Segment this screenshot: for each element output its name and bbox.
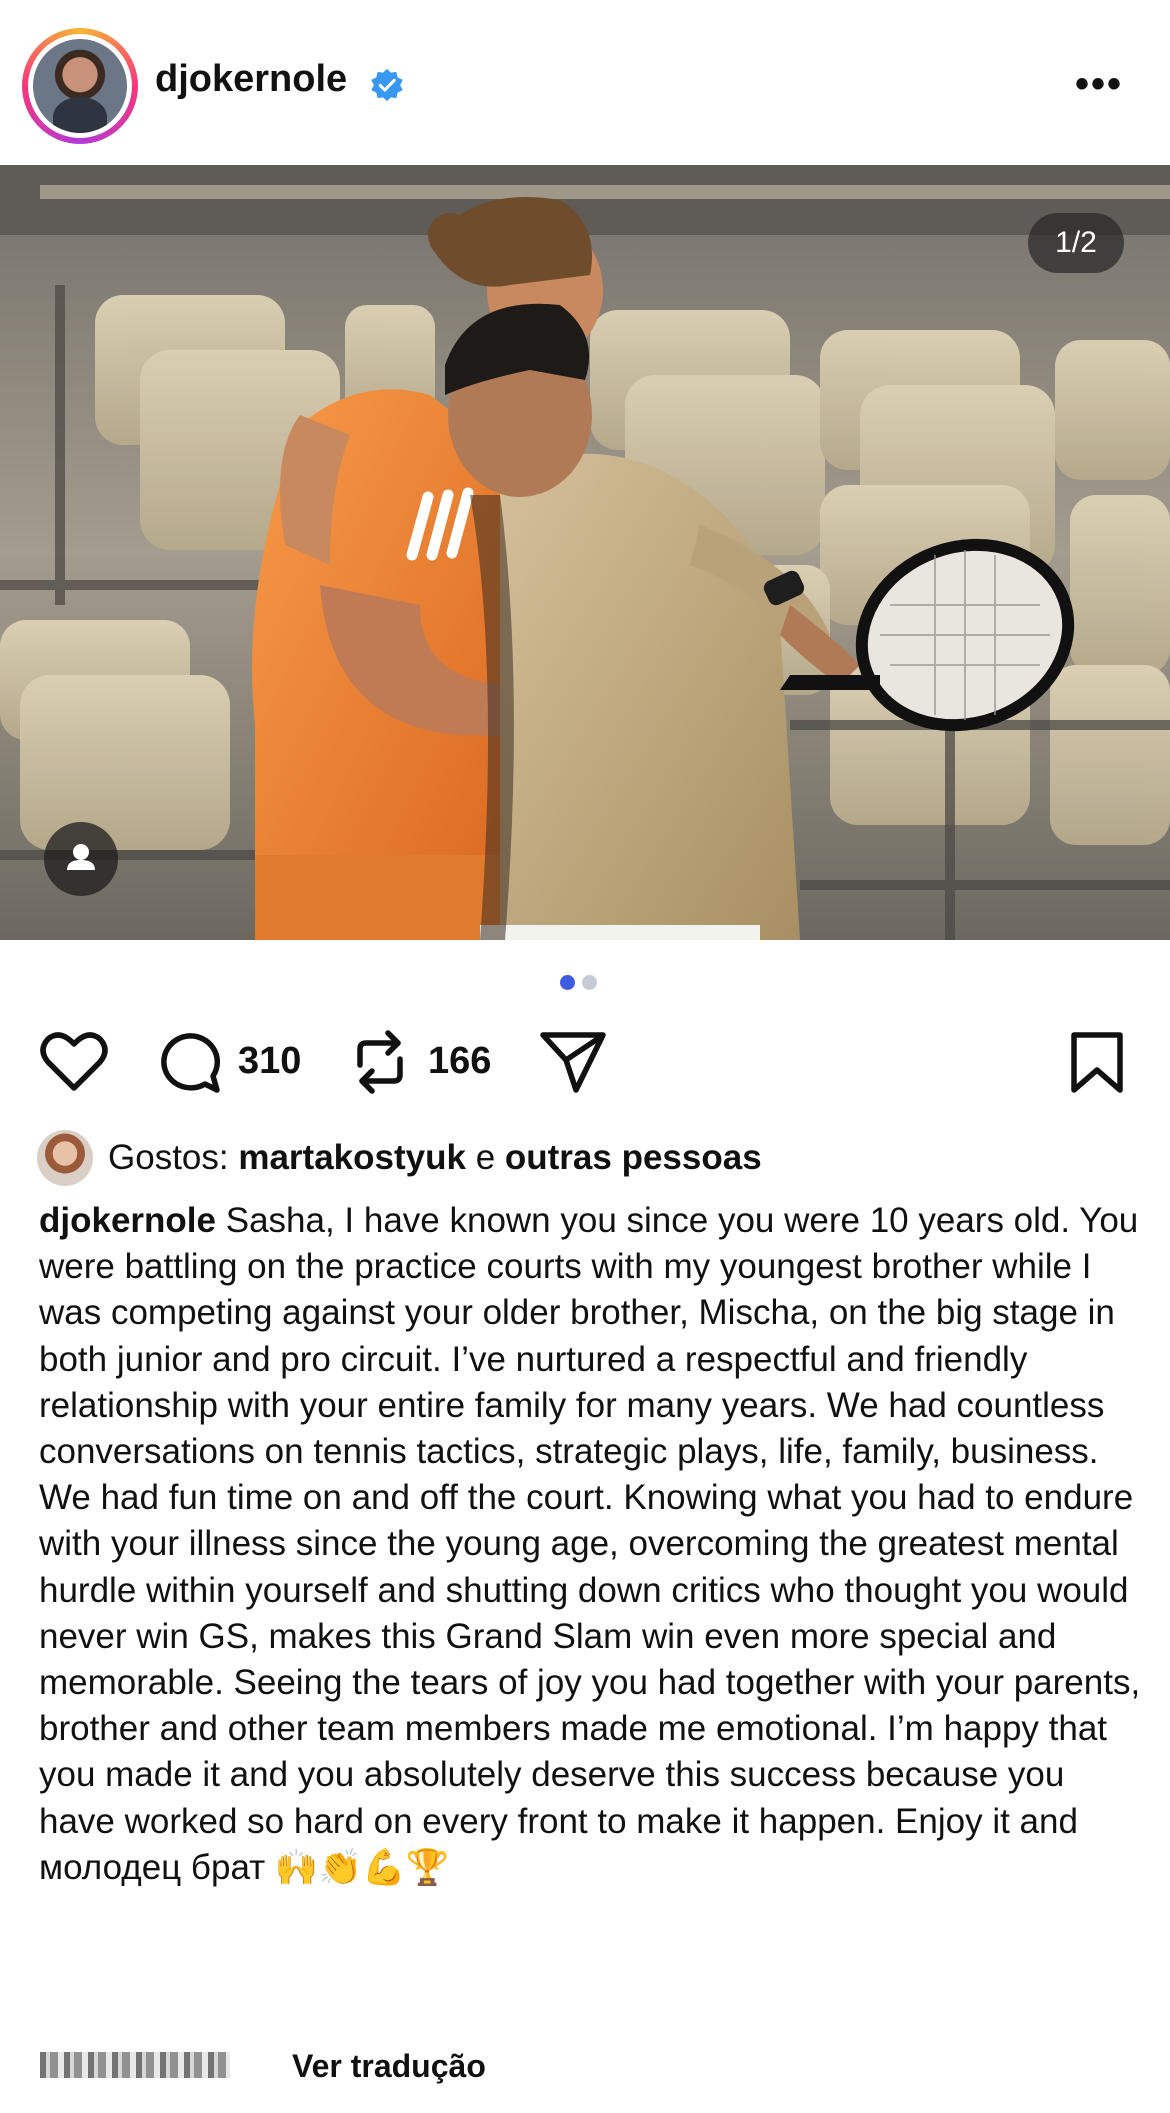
see-translation-link[interactable]: Ver tradução (292, 2048, 486, 2085)
post-date-blurred (40, 2052, 230, 2078)
profile-avatar[interactable] (22, 28, 138, 144)
carousel-indicator (560, 975, 610, 991)
heart-icon[interactable] (40, 1030, 108, 1094)
carousel-counter: 1/2 (1028, 213, 1124, 273)
verified-badge-icon (371, 68, 403, 102)
reposts-count: 166 (428, 1040, 492, 1082)
comment-icon[interactable] (155, 1030, 221, 1096)
user-tag-button[interactable] (44, 822, 118, 896)
user-tag-icon (67, 844, 95, 870)
comments-count: 310 (238, 1040, 302, 1082)
liker-username[interactable]: martakostyuk (238, 1138, 466, 1177)
avatar-photo (33, 39, 127, 133)
photo-illustration (0, 165, 1170, 940)
post-caption: djokernole Sasha, I have known you since… (39, 1198, 1149, 1891)
liker-avatar[interactable] (37, 1130, 93, 1186)
likes-summary[interactable]: Gostos: martakostyuk e outras pessoas (108, 1138, 762, 1178)
likes-connector: e (475, 1138, 496, 1177)
post-username[interactable]: djokernole (155, 58, 347, 101)
share-icon[interactable] (538, 1030, 608, 1096)
likes-others[interactable]: outras pessoas (505, 1138, 762, 1177)
repost-icon[interactable] (350, 1027, 410, 1097)
carousel-dot-active (560, 975, 575, 990)
bookmark-icon[interactable] (1068, 1030, 1126, 1096)
post-photo[interactable] (0, 165, 1170, 940)
post-header: djokernole ••• (0, 0, 1170, 165)
likes-prefix: Gostos: (108, 1138, 229, 1177)
more-options-icon[interactable]: ••• (1075, 64, 1123, 104)
carousel-dot (582, 975, 597, 990)
caption-username[interactable]: djokernole (39, 1201, 216, 1240)
caption-text: Sasha, I have known you since you were 1… (39, 1201, 1141, 1887)
